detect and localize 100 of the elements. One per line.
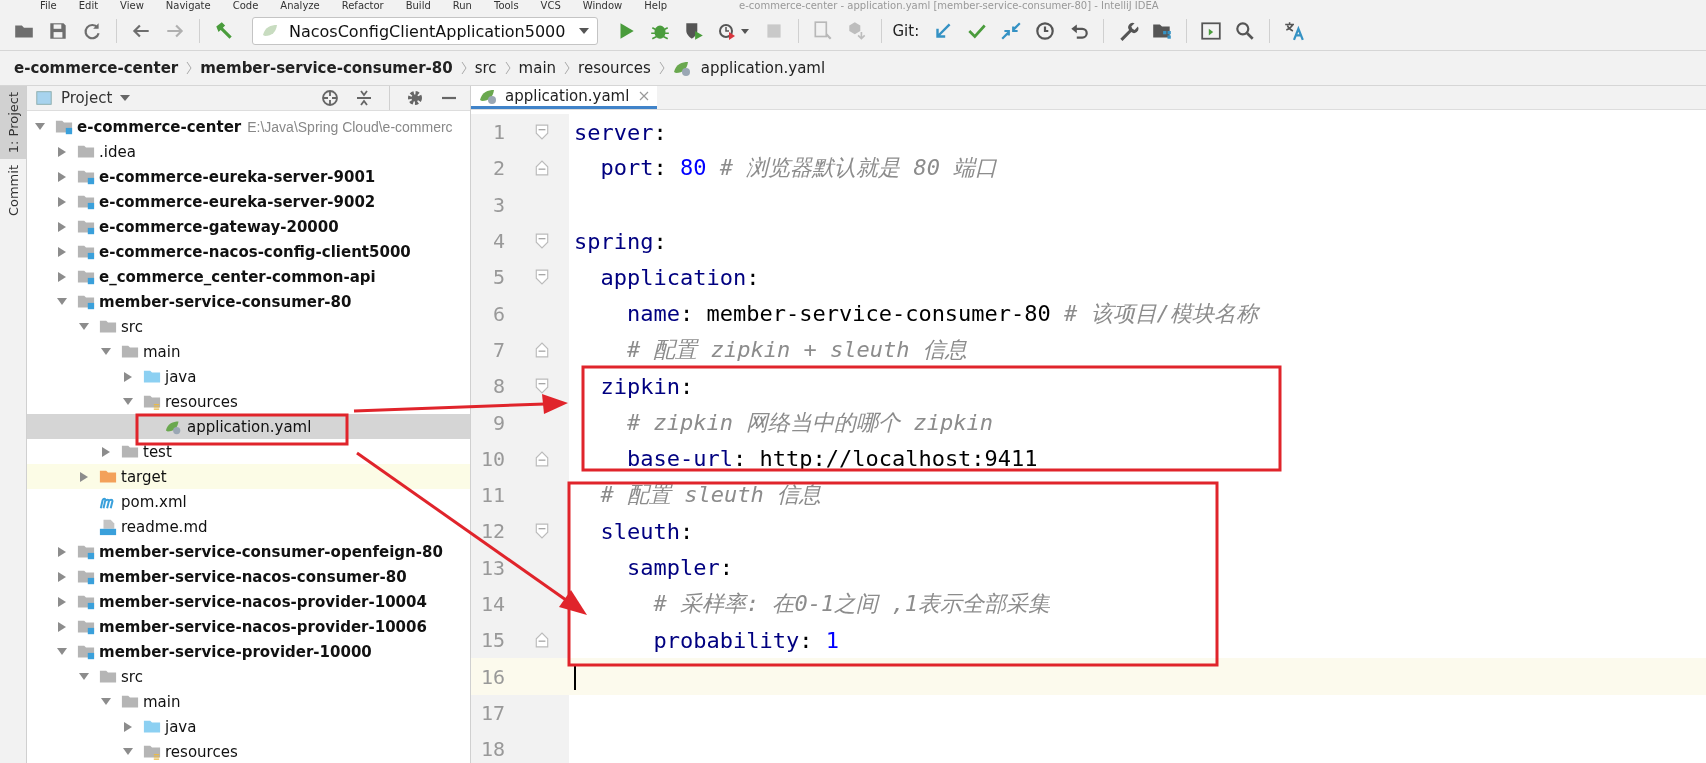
code-line: probability: 1 <box>652 627 839 653</box>
tree-item[interactable]: e-commerce-center E:\Java\Spring Cloud\e-commerc <box>27 114 470 139</box>
breadcrumb-item[interactable]: member-service-consumer-80 <box>200 59 453 77</box>
tree-item[interactable]: member-service-provider-10000 <box>27 639 470 664</box>
collapsed-arrow-icon[interactable] <box>57 171 67 182</box>
breadcrumb-item[interactable]: application.yaml <box>700 59 826 77</box>
fold-end-icon[interactable] <box>535 632 549 649</box>
fold-marker-icon[interactable] <box>535 378 549 395</box>
collapsed-arrow-icon[interactable] <box>57 596 67 607</box>
collapsed-arrow-icon[interactable] <box>123 371 133 382</box>
run-configuration-dropdown[interactable]: NacosConfigClientApplication5000 <box>252 17 599 45</box>
caret-icon <box>579 28 590 34</box>
tree-item[interactable]: main <box>27 339 470 364</box>
markdown-file-icon <box>99 517 117 536</box>
collapsed-arrow-icon[interactable] <box>123 721 133 732</box>
tree-item[interactable]: member-service-nacos-provider-10004 <box>27 589 470 614</box>
code-line: server: <box>574 119 667 145</box>
tree-item[interactable]: e-commerce-eureka-server-9002 <box>27 189 470 214</box>
breadcrumb-item[interactable]: src <box>474 59 497 77</box>
collapsed-arrow-icon[interactable] <box>57 221 67 232</box>
menu-item[interactable]: Build <box>405 0 431 12</box>
line-number: 2 <box>491 156 505 181</box>
menu-item[interactable]: View <box>120 0 144 12</box>
tree-item[interactable]: src <box>27 664 470 689</box>
tree-item[interactable]: main <box>27 689 470 714</box>
chevron-icon <box>504 61 511 75</box>
expanded-arrow-icon[interactable] <box>57 646 67 657</box>
tree-item[interactable]: member-service-nacos-provider-10006 <box>27 614 470 639</box>
caret-icon[interactable] <box>120 95 131 101</box>
menu-item[interactable]: Tools <box>493 0 519 12</box>
close-icon[interactable] <box>639 91 650 101</box>
fold-marker-icon[interactable] <box>535 124 549 141</box>
tree-item[interactable]: src <box>27 314 470 339</box>
tree-item[interactable]: member-service-nacos-consumer-80 <box>27 564 470 589</box>
tree-item[interactable]: readme.md <box>27 514 470 539</box>
fold-end-icon[interactable] <box>535 160 549 177</box>
breadcrumb-item[interactable]: resources <box>578 59 651 77</box>
line-number: 11 <box>479 483 505 508</box>
tree-item[interactable]: e-commerce-nacos-config-client5000 <box>27 239 470 264</box>
collapsed-arrow-icon[interactable] <box>101 446 111 457</box>
tree-item[interactable]: member-service-consumer-80 <box>27 289 470 314</box>
menu-item[interactable]: Run <box>452 0 472 12</box>
fold-end-icon[interactable] <box>535 450 549 467</box>
tree-item[interactable]: application.yaml <box>27 414 470 439</box>
expanded-arrow-icon[interactable] <box>101 696 111 707</box>
fold-end-icon[interactable] <box>535 341 549 358</box>
expanded-arrow-icon[interactable] <box>123 746 133 757</box>
code-line: sleuth: <box>599 518 694 544</box>
line-number: 1 <box>491 120 505 145</box>
fold-marker-icon[interactable] <box>535 523 549 540</box>
tree-item[interactable]: target <box>27 464 470 489</box>
fold-marker-icon[interactable] <box>535 269 549 286</box>
breadcrumb-item[interactable]: main <box>518 59 557 77</box>
expanded-arrow-icon[interactable] <box>35 121 45 132</box>
line-number: 4 <box>491 229 505 254</box>
tree-item[interactable]: .idea <box>27 139 470 164</box>
menu-item[interactable]: Code <box>232 0 259 12</box>
side-tab[interactable]: Commit <box>0 159 26 223</box>
collapsed-arrow-icon[interactable] <box>57 621 67 632</box>
chevron-icon <box>564 61 571 75</box>
tree-item[interactable]: member-service-consumer-openfeign-80 <box>27 539 470 564</box>
expanded-arrow-icon[interactable] <box>101 346 111 357</box>
tree-item[interactable]: e-commerce-gateway-20000 <box>27 214 470 239</box>
menu-item[interactable]: Help <box>644 0 668 12</box>
collapsed-arrow-icon[interactable] <box>57 546 67 557</box>
breadcrumb-item[interactable]: e-commerce-center <box>14 59 179 77</box>
panel-title[interactable]: Project <box>61 89 113 107</box>
tree-item[interactable]: resources <box>27 389 470 414</box>
collapsed-arrow-icon[interactable] <box>57 571 67 582</box>
code-line: sampler: <box>625 555 733 581</box>
expanded-arrow-icon[interactable] <box>123 396 133 407</box>
tree-item[interactable]: java <box>27 364 470 389</box>
editor-tab[interactable]: application.yaml <box>471 86 658 109</box>
line-number: 5 <box>491 265 505 290</box>
tree-item[interactable]: pom.xml <box>27 489 470 514</box>
expanded-arrow-icon[interactable] <box>79 321 89 332</box>
collapsed-arrow-icon[interactable] <box>79 471 89 482</box>
collapsed-arrow-icon[interactable] <box>57 146 67 157</box>
expanded-arrow-icon[interactable] <box>57 296 67 307</box>
collapsed-arrow-icon[interactable] <box>57 196 67 207</box>
menu-item[interactable]: VCS <box>540 0 561 12</box>
collapsed-arrow-icon[interactable] <box>57 246 67 257</box>
tree-item[interactable]: e-commerce-eureka-server-9001 <box>27 164 470 189</box>
menu-item[interactable]: Refactor <box>341 0 384 12</box>
chevron-icon <box>186 61 193 75</box>
menu-item[interactable]: Window <box>582 0 623 12</box>
tree-item[interactable]: resources <box>27 739 470 763</box>
tree-item[interactable]: e_commerce_center-common-api <box>27 264 470 289</box>
tree-item[interactable]: java <box>27 714 470 739</box>
menu-item[interactable]: Analyze <box>280 0 320 12</box>
menu-item[interactable]: File <box>40 0 57 12</box>
code-line: base-url: http://localhost:9411 <box>625 446 1038 472</box>
collapsed-arrow-icon[interactable] <box>57 271 67 282</box>
fold-marker-icon[interactable] <box>535 233 549 250</box>
menu-item[interactable]: Edit <box>78 0 99 12</box>
side-tab[interactable]: 1: Project <box>0 86 26 160</box>
expanded-arrow-icon[interactable] <box>79 671 89 682</box>
tree-item[interactable]: test <box>27 439 470 464</box>
menu-item[interactable]: Navigate <box>165 0 211 12</box>
code-line: # 配置 zipkin + sleuth 信息 <box>625 335 967 364</box>
